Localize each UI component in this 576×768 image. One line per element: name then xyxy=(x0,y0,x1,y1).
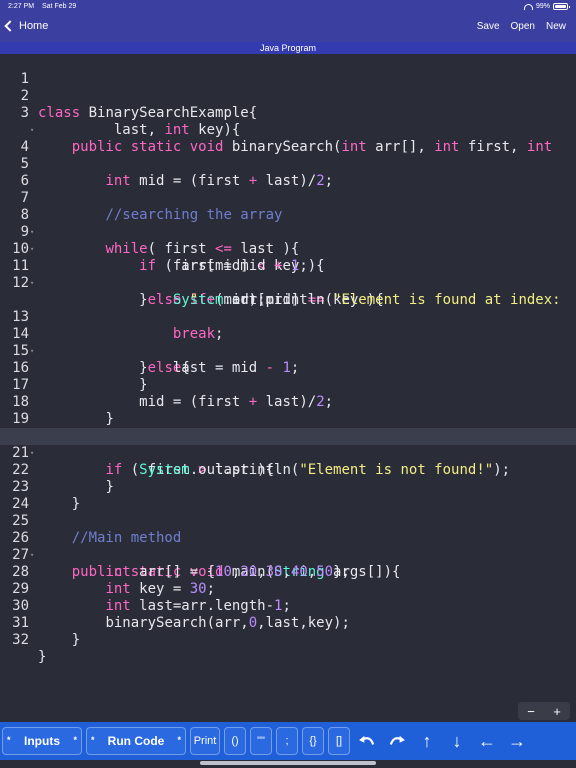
inputs-button[interactable]: * Inputs * xyxy=(2,727,82,755)
redo-button[interactable] xyxy=(384,727,410,755)
code-line: 10 first = mid + 1; xyxy=(0,224,576,274)
arrow-right-button[interactable]: → xyxy=(504,727,530,755)
status-time: 2:27 PM xyxy=(8,3,35,10)
undo-icon xyxy=(359,735,375,745)
code-line: 2 xyxy=(0,71,576,104)
code-line: 1 class BinarySearchExample{ xyxy=(0,54,576,121)
code-line: 27 int arr[] = {10,20,30,40,50}; xyxy=(0,530,576,580)
code-line: 23 } xyxy=(0,462,576,512)
code-line: 7 //searching the array xyxy=(0,173,576,223)
arrow-up-icon: ↑ xyxy=(422,730,432,751)
code-line: 22 } xyxy=(0,445,576,495)
code-text: } xyxy=(38,649,47,665)
code-line: 31 } xyxy=(0,598,576,648)
code-line: 24 xyxy=(0,479,576,512)
battery-percent: 99% xyxy=(535,3,550,10)
nav-bar: Home Save Open New xyxy=(0,14,576,42)
undo-button[interactable] xyxy=(354,727,380,755)
code-line: 4 xyxy=(0,122,576,155)
code-line: 13 break; xyxy=(0,292,576,342)
status-right: 99% xyxy=(523,3,570,10)
code-line: 18 } xyxy=(0,377,576,427)
zoom-in-button[interactable]: + xyxy=(553,704,561,719)
zoom-out-button[interactable]: − xyxy=(527,704,535,719)
chevron-left-icon xyxy=(4,20,16,32)
status-bar: 2:27 PM Sat Feb 29 99% xyxy=(0,0,576,14)
code-line: 12 System.out.println("Element is found … xyxy=(0,258,576,308)
code-editor[interactable]: 1 class BinarySearchExample{ 2 3 ▾ publi… xyxy=(0,54,576,720)
code-line: 8 ▾ while( first <= last ){ xyxy=(0,190,576,257)
arrow-right-icon: → xyxy=(508,730,526,751)
save-button[interactable]: Save xyxy=(477,21,500,32)
redo-icon xyxy=(389,735,405,745)
code-line: 11 ▾ }else if ( arr[mid] == key ){ xyxy=(0,241,576,308)
code-line: 19 xyxy=(0,394,576,427)
parens-button[interactable]: () xyxy=(224,727,246,755)
print-button[interactable]: Print xyxy=(190,727,220,755)
code-line: 5 int mid = (first + last)/2; xyxy=(0,139,576,189)
brackets-button[interactable]: [] xyxy=(328,727,350,755)
code-line: 3 ▾ public static void binarySearch(int … xyxy=(0,88,576,155)
document-title: Java Program xyxy=(0,42,576,54)
code-line: last, int key){ xyxy=(0,105,576,138)
arrow-up-button[interactable]: ↑ xyxy=(414,727,440,755)
zoom-controls: − + xyxy=(518,702,570,720)
code-line: 30 binarySearch(arr,0,last,key); xyxy=(0,581,576,631)
code-line-active: 21 System.out.println("Element is not fo… xyxy=(0,428,576,478)
code-line: 32 } xyxy=(0,615,576,665)
code-line: 16 } xyxy=(0,343,576,393)
code-line: 14 ▾ }else{ xyxy=(0,309,576,376)
code-line: 29 int last=arr.length-1; xyxy=(0,564,576,614)
arrow-left-icon: ← xyxy=(478,730,496,751)
code-text: } xyxy=(71,632,81,648)
wifi-icon xyxy=(523,3,533,10)
code-line: " + mid); xyxy=(0,275,576,308)
quotes-button[interactable]: "" xyxy=(250,727,272,755)
line-number: 32 xyxy=(12,632,29,648)
braces-button[interactable]: {} xyxy=(302,727,324,755)
code-line: 9 ▾ if ( arr[mid] < key ){ xyxy=(0,207,576,274)
arrow-down-button[interactable]: ↓ xyxy=(444,727,470,755)
code-line: 17 mid = (first + last)/2; xyxy=(0,360,576,410)
arrow-down-icon: ↓ xyxy=(452,730,462,751)
arrow-left-button[interactable]: ← xyxy=(474,727,500,755)
code-line: 26 ▾ public static void main(String args… xyxy=(0,513,576,580)
semicolon-button[interactable]: ; xyxy=(276,727,298,755)
run-code-button[interactable]: * Run Code * xyxy=(86,727,186,755)
code-line: 15 last = mid - 1; xyxy=(0,326,576,376)
back-button[interactable]: Home xyxy=(4,20,49,32)
code-line: 25 //Main method xyxy=(0,496,576,546)
keyboard-toolbar: * Inputs * * Run Code * Print () "" ; {}… xyxy=(0,722,576,760)
status-date: Sat Feb 29 xyxy=(42,3,77,10)
battery-icon xyxy=(553,3,570,10)
code-line: 20 ▾ if ( first > last ){ xyxy=(0,411,576,478)
code-line: 6 xyxy=(0,156,576,189)
home-indicator xyxy=(200,761,376,765)
new-button[interactable]: New xyxy=(546,21,566,32)
nav-actions: Save Open New xyxy=(477,21,566,32)
open-button[interactable]: Open xyxy=(511,21,535,32)
code-line: 28 int key = 30; xyxy=(0,547,576,597)
back-label: Home xyxy=(19,20,49,32)
